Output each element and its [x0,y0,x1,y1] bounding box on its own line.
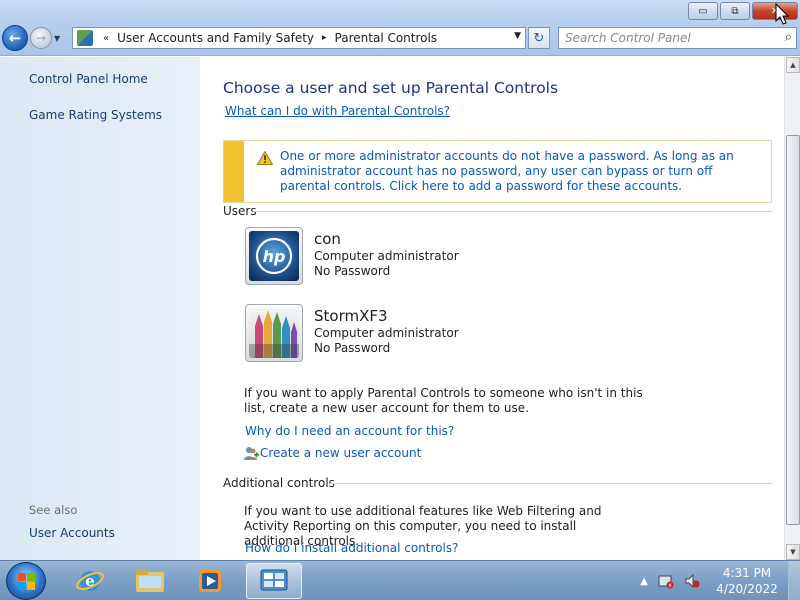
search-input[interactable]: Search Control Panel ⌕ [558,27,797,49]
taskbar-media-player[interactable] [182,563,238,599]
mouse-cursor-icon [775,3,789,25]
add-user-icon [244,447,259,460]
taskbar-control-panel[interactable] [246,563,302,599]
show-desktop-button[interactable] [788,561,800,600]
search-placeholder: Search Control Panel [565,31,691,45]
windows-logo-icon [18,573,35,590]
warning-text[interactable]: One or more administrator accounts do no… [280,149,762,194]
vertical-scrollbar[interactable]: ▲ ▼ [784,57,800,560]
maximize-button[interactable]: ⧉ [720,2,750,20]
show-hidden-icons-icon[interactable]: ▲ [640,576,648,587]
taskbar-clock[interactable]: 4:31 PM 4/20/2022 [710,565,784,597]
see-also-heading: See also [29,503,78,517]
users-divider [253,211,772,212]
avatar[interactable]: hp [245,227,303,285]
nav-buttons: ← → ▼ [2,25,64,51]
breadcrumb-separator-icon[interactable]: ▸ [322,33,327,43]
start-button[interactable] [6,562,46,600]
main-content: Choose a user and set up Parental Contro… [200,57,784,560]
additional-controls-divider [328,483,772,484]
user-role: Computer administrator [314,249,459,263]
avatar[interactable] [245,304,303,362]
users-heading: Users [223,204,257,218]
back-button[interactable]: ← [2,25,28,51]
svg-text:hp: hp [263,247,286,266]
sidebar-item-control-panel-home[interactable]: Control Panel Home [29,72,148,86]
user-name[interactable]: StormXF3 [314,307,388,325]
volume-muted-icon[interactable] [684,573,700,589]
breadcrumb-overflow-icon[interactable]: « [103,33,109,44]
clock-time: 4:31 PM [722,566,772,580]
sidebar-item-user-accounts[interactable]: User Accounts [29,526,115,540]
media-player-icon [199,570,221,592]
user-password-status: No Password [314,264,391,278]
address-bar[interactable]: « User Accounts and Family Safety ▸ Pare… [72,27,526,49]
crayons-icon [249,308,299,358]
taskbar: e ▲ x 4:31 PM 4/20/2022 [0,560,800,600]
create-account-row[interactable]: Create a new user account [243,445,421,461]
scroll-up-icon[interactable]: ▲ [786,57,800,73]
taskbar-windows-explorer[interactable] [122,563,178,599]
create-account-link[interactable]: Create a new user account [260,446,421,460]
scroll-thumb[interactable] [786,135,800,525]
folder-icon [136,570,164,592]
taskbar-internet-explorer[interactable]: e [62,563,118,599]
system-tray: ▲ x 4:31 PM 4/20/2022 [640,561,800,600]
sidebar-item-game-rating-systems[interactable]: Game Rating Systems [29,108,162,122]
help-link[interactable]: What can I do with Parental Controls? [225,104,450,118]
minimize-button[interactable]: ▭ [688,2,718,20]
recent-pages-dropdown-icon[interactable]: ▼ [54,34,64,43]
why-account-link[interactable]: Why do I need an account for this? [245,424,454,438]
user-password-status: No Password [314,341,391,355]
search-icon[interactable]: ⌕ [785,30,792,45]
password-warning-banner[interactable]: One or more administrator accounts do no… [223,140,772,203]
control-panel-icon [77,30,93,46]
user-tile-con[interactable]: hp con Computer administrator No Passwor… [245,227,459,285]
additional-controls-heading: Additional controls [223,476,335,490]
forward-button[interactable]: → [30,27,52,49]
internet-explorer-icon: e [76,571,104,591]
svg-text:x: x [668,582,672,589]
add-user-text: If you want to apply Parental Controls t… [244,386,643,415]
hp-logo-icon: hp [249,231,299,281]
refresh-button[interactable]: ↻ [528,27,550,49]
scroll-down-icon[interactable]: ▼ [786,544,800,560]
control-panel-icon [260,569,288,591]
warning-stripe [224,141,244,202]
action-center-icon[interactable]: x [658,573,674,589]
breadcrumb-parental-controls[interactable]: Parental Controls [335,31,438,45]
user-role: Computer administrator [314,326,459,340]
warning-icon [257,151,273,165]
user-name[interactable]: con [314,230,341,248]
address-dropdown-icon[interactable]: ▼ [514,31,521,41]
clock-date: 4/20/2022 [716,582,778,596]
sidebar: Control Panel Home Game Rating Systems S… [0,57,200,560]
user-tile-stormxf3[interactable]: StormXF3 Computer administrator No Passw… [245,304,459,362]
breadcrumb-user-accounts[interactable]: User Accounts and Family Safety [117,31,314,45]
page-title: Choose a user and set up Parental Contro… [223,79,559,97]
install-controls-link[interactable]: How do I install additional controls? [245,541,458,555]
window-titlebar: ▭ ⧉ ✕ ← → ▼ « User Accounts and Family S… [0,0,800,56]
